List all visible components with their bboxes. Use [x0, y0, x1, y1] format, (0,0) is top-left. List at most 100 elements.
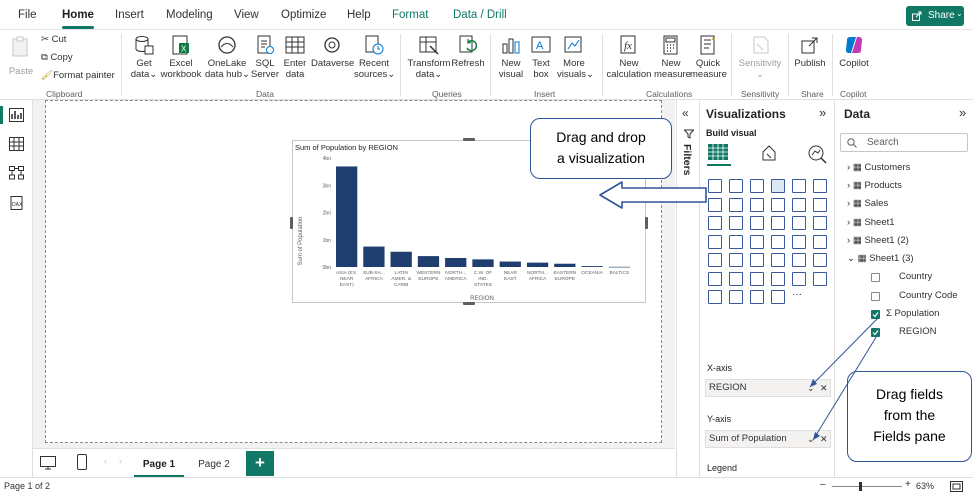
- key-influencers-icon[interactable]: [708, 271, 722, 286]
- remove-field-icon[interactable]: ✕: [820, 380, 828, 396]
- bar[interactable]: [363, 246, 385, 267]
- menu-help[interactable]: Help: [347, 9, 371, 21]
- get-data-button[interactable]: Get data⌄: [129, 34, 159, 80]
- slicer-icon[interactable]: [729, 253, 743, 267]
- bar[interactable]: [526, 262, 549, 267]
- zoom-out-icon[interactable]: –: [820, 479, 826, 490]
- resize-handle-bottom[interactable]: [463, 302, 475, 305]
- expand-chevron-icon[interactable]: »: [819, 105, 826, 120]
- r-visual-icon[interactable]: [792, 253, 806, 267]
- dax-query-view-icon[interactable]: DAX: [9, 196, 24, 210]
- new-visual-button[interactable]: New visual: [496, 34, 526, 80]
- zoom-slider-thumb[interactable]: [859, 482, 863, 491]
- field-item[interactable]: REGION: [899, 326, 936, 337]
- gauge-icon[interactable]: [771, 234, 785, 249]
- table-item[interactable]: ⌄ ▦ Sheet1 (3): [847, 253, 914, 264]
- card-icon[interactable]: [792, 234, 806, 249]
- kpi-icon[interactable]: [708, 253, 722, 267]
- ellipsis-icon[interactable]: ···: [792, 290, 806, 304]
- tab-page-1[interactable]: Page 1: [134, 453, 184, 477]
- zoom-in-icon[interactable]: +: [905, 479, 911, 490]
- paginated-icon[interactable]: [792, 271, 806, 286]
- collapse-chevron-icon[interactable]: «: [682, 106, 689, 120]
- format-visual-icon[interactable]: [759, 144, 779, 164]
- area-icon[interactable]: [729, 197, 743, 212]
- multi-row-card-icon[interactable]: [813, 234, 827, 249]
- menu-modeling[interactable]: Modeling: [166, 9, 213, 21]
- scatter-icon[interactable]: [750, 216, 764, 230]
- clustered-bar-icon[interactable]: [750, 179, 764, 193]
- menu-optimize[interactable]: Optimize: [281, 9, 326, 21]
- decomposition-tree-icon[interactable]: [729, 271, 743, 286]
- x-axis-field-well[interactable]: REGION ⌄ ✕: [705, 379, 831, 397]
- filters-pane-collapsed[interactable]: « Filters: [676, 100, 700, 477]
- map-icon[interactable]: [708, 234, 722, 249]
- field-item[interactable]: Σ Population: [886, 308, 939, 319]
- analytics-icon[interactable]: [807, 144, 827, 164]
- new-calculation-button[interactable]: fx New calculation: [606, 34, 652, 80]
- table-view-icon[interactable]: [9, 137, 24, 151]
- power-apps-icon[interactable]: [813, 271, 827, 286]
- 100-bar-icon[interactable]: [792, 179, 806, 193]
- chevron-down-icon[interactable]: ⌄: [807, 431, 815, 447]
- expand-chevron-icon[interactable]: »: [959, 105, 966, 120]
- menu-file[interactable]: File: [18, 9, 37, 21]
- azure-map-icon[interactable]: [750, 234, 764, 249]
- bar[interactable]: [417, 256, 440, 267]
- onelake-button[interactable]: OneLake data hub⌄: [205, 34, 250, 80]
- desktop-layout-icon[interactable]: [40, 456, 56, 470]
- tab-scroll-left-icon[interactable]: ‹: [104, 456, 107, 466]
- bar[interactable]: [581, 266, 603, 267]
- tab-page-2[interactable]: Page 2: [189, 453, 239, 477]
- metrics-icon[interactable]: [729, 290, 743, 304]
- add-page-button[interactable]: +: [246, 451, 274, 476]
- bar[interactable]: [445, 258, 467, 267]
- table-item[interactable]: › ▦ Customers: [847, 162, 910, 173]
- transform-data-button[interactable]: Transform data⌄: [406, 34, 452, 80]
- zoom-slider-track[interactable]: [832, 486, 902, 487]
- line-clustered-icon[interactable]: [792, 197, 806, 212]
- resize-handle-top[interactable]: [463, 138, 475, 141]
- menu-insert[interactable]: Insert: [115, 9, 144, 21]
- funnel-icon[interactable]: [729, 216, 743, 230]
- paste-button[interactable]: Paste: [8, 36, 34, 77]
- search-input[interactable]: Search: [840, 133, 968, 152]
- copilot-button[interactable]: Copilot: [837, 34, 871, 69]
- stacked-area-icon[interactable]: [750, 197, 764, 212]
- field-checkbox[interactable]: [871, 328, 880, 337]
- share-button[interactable]: Share ⌄: [906, 6, 964, 26]
- donut-icon[interactable]: [792, 216, 806, 230]
- publish-button[interactable]: Publish: [793, 34, 827, 69]
- report-view-icon[interactable]: [9, 108, 24, 122]
- bar[interactable]: [499, 261, 521, 267]
- format-painter-button[interactable]: 🖌Format painter: [41, 70, 115, 81]
- dataverse-button[interactable]: Dataverse: [311, 34, 354, 69]
- line-column-icon[interactable]: [771, 197, 785, 212]
- more-visuals-icon[interactable]: [771, 290, 785, 304]
- pie-icon[interactable]: [771, 216, 785, 230]
- menu-home[interactable]: Home: [62, 9, 94, 21]
- waterfall-icon[interactable]: [708, 216, 722, 230]
- trophy-icon[interactable]: [708, 290, 722, 304]
- mobile-layout-icon[interactable]: [77, 454, 87, 470]
- menu-view[interactable]: View: [234, 9, 259, 21]
- new-measure-button[interactable]: New measure: [654, 34, 691, 80]
- filled-map-icon[interactable]: [729, 234, 743, 249]
- table-icon[interactable]: [750, 253, 764, 267]
- quick-measure-button[interactable]: Quick measure: [690, 34, 727, 80]
- sensitivity-button[interactable]: Sensitivity ⌄: [737, 34, 783, 80]
- text-box-button[interactable]: A Text box: [528, 34, 554, 80]
- ribbon-icon[interactable]: [813, 197, 827, 212]
- bar[interactable]: [554, 263, 576, 267]
- tab-scroll-right-icon[interactable]: ›: [119, 456, 122, 466]
- recent-sources-button[interactable]: Recent sources⌄: [354, 34, 395, 80]
- table-item[interactable]: › ▦ Sheet1 (2): [847, 235, 909, 246]
- smart-narrative-icon[interactable]: [771, 271, 785, 286]
- menu-format[interactable]: Format: [392, 9, 428, 21]
- field-item[interactable]: Country: [899, 271, 932, 282]
- cut-button[interactable]: ✂ Cut: [41, 34, 66, 45]
- excel-workbook-button[interactable]: X Excel workbook: [160, 34, 202, 80]
- chevron-down-icon[interactable]: ⌄: [807, 380, 815, 396]
- copy-button[interactable]: ⧉ Copy: [41, 52, 73, 63]
- bar[interactable]: [472, 259, 494, 267]
